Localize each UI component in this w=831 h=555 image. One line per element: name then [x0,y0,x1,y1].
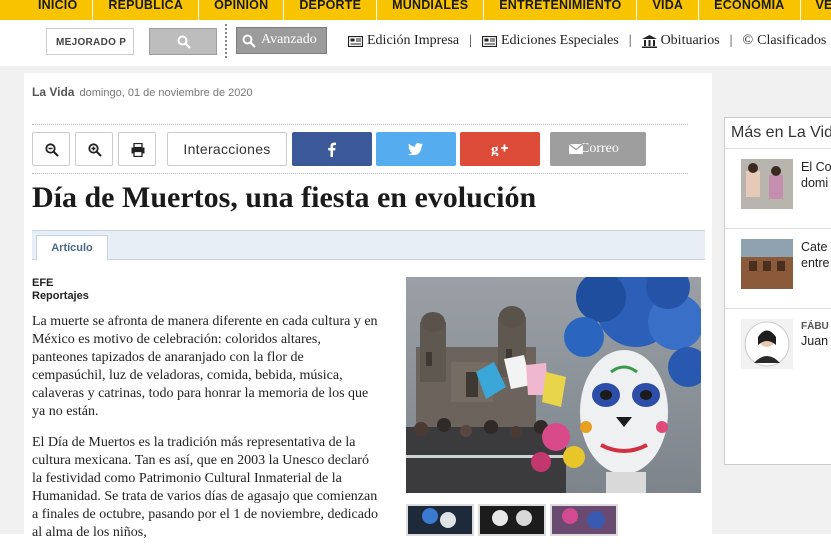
link-label: Clasificados [757,33,827,48]
gallery-thumbnail[interactable] [478,504,546,536]
article-category: Reportajes [32,290,89,302]
article-meta: La Vida domingo, 01 de noviembre de 2020 [32,85,253,99]
search-icon [177,35,191,49]
divider [32,173,688,174]
search-bar: MEJORADO P Avanzado Edición Impresa | Ed… [0,20,831,66]
related-thumbnail[interactable] [741,319,793,369]
thumbnail-image [480,506,544,534]
related-thumbnail[interactable] [741,239,793,289]
related-item-text[interactable]: Juan [801,333,828,349]
search-input[interactable]: MEJORADO P [46,28,134,55]
separator: | [469,33,472,48]
sidebar-title: Más en La Vida [731,124,831,141]
twitter-share-button[interactable] [376,132,456,166]
print-button[interactable] [118,132,156,166]
nav-item-mundiales[interactable]: MUNDIALES [377,0,485,20]
article-tabs: Artículo [32,230,705,261]
related-sidebar: Más en La Vida El Co domi Cate entre FÁB… [724,117,831,465]
link-label: Obituarios [660,33,720,48]
related-item-text[interactable]: El Co domi [801,159,831,191]
print-icon [131,143,145,157]
advanced-search-button[interactable]: Avanzado [236,27,327,54]
article-source: EFE [32,277,54,289]
newspaper-icon [348,35,363,47]
related-thumbnail[interactable] [741,159,793,209]
header-links: Edición Impresa | Ediciones Especiales |… [348,33,826,49]
svg-text:g: g [491,142,499,156]
envelope-icon [569,144,583,154]
nav-item-deporte[interactable]: DEPORTE [284,0,378,20]
article-photo[interactable] [406,277,701,493]
nav-item-vida[interactable]: VIDA [637,0,700,20]
gallery-thumbnail[interactable] [550,504,618,536]
link-ediciones-especiales[interactable]: Ediciones Especiales [481,33,619,49]
googleplus-share-button[interactable]: g [460,132,540,166]
zoom-in-button[interactable] [75,132,113,166]
facebook-icon [328,142,336,157]
email-label: Correo [580,141,619,156]
newspaper-icon [481,35,497,47]
divider [225,24,227,58]
divider [725,148,831,149]
article-date: domingo, 01 de noviembre de 2020 [79,87,253,99]
interactions-button[interactable]: Interacciones [167,132,287,166]
separator: | [729,33,733,48]
nav-item-ventana[interactable]: VENTANA [801,0,831,20]
catrina-photo [406,277,701,493]
related-line: entre [801,256,830,270]
related-line: El Co [801,160,831,174]
nav-item-entretenimiento[interactable]: ENTRETENIMIENTO [484,0,638,20]
byline: EFE Reportajes [32,277,89,303]
article-title: Día de Muertos, una fiesta en evolución [32,181,537,214]
building-icon [641,34,657,48]
related-item-label: FÁBU [801,321,829,332]
related-line: Cate [801,240,828,254]
email-share-button[interactable]: Correo [550,132,646,166]
zoom-out-icon [45,143,59,157]
main-nav: INICIO REPÚBLICA OPINIÓN DEPORTE MUNDIAL… [0,0,831,20]
related-line: Juan [801,334,829,348]
thumbnail-image [741,319,793,369]
thumbnail-image [552,506,616,534]
link-obituarios[interactable]: Obituarios [641,33,720,49]
zoom-in-icon [88,143,102,157]
search-icon [242,34,256,48]
nav-item-republica[interactable]: REPÚBLICA [93,0,200,20]
related-item-text[interactable]: Cate entre [801,239,830,271]
googleplus-icon: g [491,142,508,156]
divider [725,308,831,309]
paragraph: El Día de Muertos es la tradición más re… [32,435,378,540]
thumbnail-image [741,159,793,209]
article-body: La muerte se afronta de manera diferente… [32,313,380,555]
link-edicion-impresa[interactable]: Edición Impresa [348,33,459,49]
paragraph: La muerte se afronta de manera diferente… [32,314,378,419]
nav-item-inicio[interactable]: INICIO [0,0,94,20]
search-button[interactable] [149,28,217,55]
divider [32,124,688,125]
thumbnail-image [408,506,472,534]
divider [725,228,831,229]
separator: | [628,33,632,48]
link-label: Ediciones Especiales [500,33,619,48]
nav-item-opinion[interactable]: OPINIÓN [199,0,285,20]
tab-articulo[interactable]: Artículo [36,235,108,261]
related-line: domi [801,176,829,190]
section-name[interactable]: La Vida [32,85,74,99]
link-label: Edición Impresa [367,33,460,48]
facebook-share-button[interactable] [292,132,372,166]
link-clasificados[interactable]: © Clasificados [742,33,826,49]
gallery-thumbnail[interactable] [406,504,474,536]
zoom-out-button[interactable] [32,132,70,166]
nav-item-economia[interactable]: ECONOMÍA [699,0,801,20]
copyright-icon: © [742,33,754,48]
thumbnail-image [741,239,793,289]
twitter-icon [408,143,423,155]
advanced-label: Avanzado [261,32,317,47]
